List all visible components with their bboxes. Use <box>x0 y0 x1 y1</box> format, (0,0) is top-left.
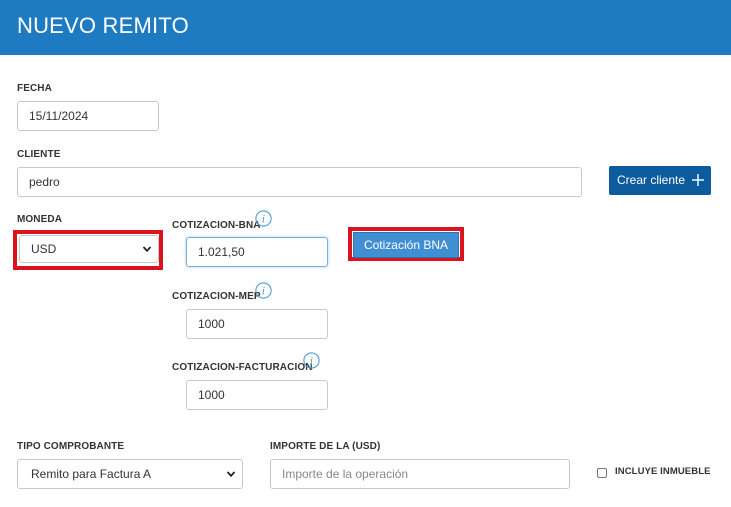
crear-cliente-label: Crear cliente <box>617 173 686 187</box>
page-title: NUEVO REMITO <box>17 13 189 38</box>
svg-text:i: i <box>310 357 313 368</box>
cotizacion-mep-label: COTIZACION-MEP <box>172 291 261 302</box>
cliente-input[interactable]: pedro <box>17 167 582 197</box>
moneda-selected: USD <box>31 242 57 256</box>
moneda-select[interactable]: USD <box>19 235 159 263</box>
importe-input[interactable]: Importe de la operación <box>270 459 570 489</box>
cotizacion-bna-label: COTIZACION-BNA <box>172 220 261 231</box>
cotizacion-bna-input[interactable]: 1.021,50 <box>186 237 328 267</box>
info-icon[interactable]: i <box>255 210 272 227</box>
crear-cliente-button[interactable]: Crear cliente <box>609 166 711 195</box>
importe-placeholder: Importe de la operación <box>282 467 409 481</box>
tipo-comprobante-label: TIPO COMPROBANTE <box>17 441 125 452</box>
incluye-inmueble-label: INCLUYE INMUEBLE <box>615 466 711 477</box>
cotizacion-facturacion-input[interactable]: 1000 <box>186 380 328 410</box>
fecha-input[interactable]: 15/11/2024 <box>17 101 159 131</box>
chevron-down-icon <box>226 471 236 478</box>
cotizacion-facturacion-label: COTIZACION-FACTURACION <box>172 362 313 373</box>
cliente-label: CLIENTE <box>17 149 61 160</box>
header-bar: NUEVO REMITO <box>0 0 731 55</box>
svg-text:i: i <box>262 287 265 298</box>
moneda-label: MONEDA <box>17 214 63 225</box>
fecha-label: FECHA <box>17 83 52 94</box>
chevron-down-icon <box>142 246 152 253</box>
importe-label: IMPORTE DE LA (USD) <box>270 441 381 452</box>
info-icon[interactable]: i <box>255 282 272 299</box>
incluye-inmueble-checkbox[interactable] <box>597 468 607 478</box>
svg-text:i: i <box>262 215 265 226</box>
plus-icon <box>692 174 704 186</box>
tipo-comprobante-select[interactable]: Remito para Factura A <box>17 459 243 489</box>
tipo-comprobante-selected: Remito para Factura A <box>31 467 152 481</box>
cotizacion-mep-input[interactable]: 1000 <box>186 309 328 339</box>
cotizacion-bna-button[interactable]: Cotización BNA <box>353 232 459 258</box>
info-icon[interactable]: i <box>303 352 320 369</box>
